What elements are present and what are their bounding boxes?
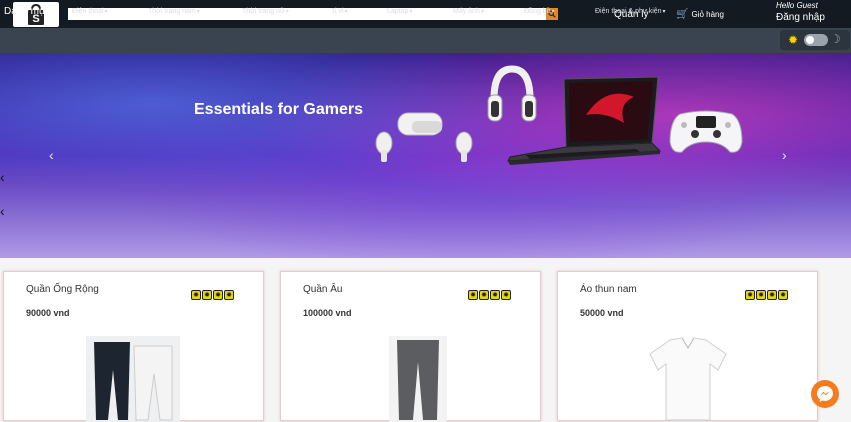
moon-icon: ☽	[830, 32, 841, 46]
rating-stars: ✹ ✹ ✹ ✹	[745, 290, 788, 300]
caret-down-icon: ▾	[344, 9, 348, 15]
star-icon: ✹	[756, 290, 766, 300]
star-icon: ✹	[468, 290, 478, 300]
category-nav	[0, 28, 851, 53]
nav-item-dong-ho[interactable]: Đồng hồ▾	[524, 8, 554, 15]
nav-item-thoi-trang-nam[interactable]: Thời trang nam▾	[148, 8, 200, 15]
sun-icon: ✹	[788, 33, 799, 47]
star-icon: ✹	[778, 290, 788, 300]
product-name[interactable]: Quần Âu	[303, 284, 342, 295]
messenger-chat-button[interactable]	[811, 380, 839, 408]
nav-item-thoi-trang-nu[interactable]: Thời trang nữ▾	[242, 8, 289, 15]
scroll-left-marker: ‹	[0, 169, 5, 185]
star-icon: ✹	[767, 290, 777, 300]
rating-stars: ✹ ✹ ✹ ✹	[468, 290, 511, 300]
caret-down-icon: ▾	[104, 9, 108, 15]
hero-banner: Essentials for Gamers ‹ › ‹ ‹	[0, 53, 851, 258]
banner-title: Essentials for Gamers	[194, 101, 363, 118]
nav-item-dien-thoai-phu-kien[interactable]: Điện thoại & phụ kiện▾	[595, 8, 666, 15]
all-categories-button[interactable]: Danh mục	[4, 6, 50, 17]
product-name[interactable]: Áo thun nam	[580, 284, 637, 295]
caret-down-icon: ▾	[196, 9, 200, 15]
product-name[interactable]: Quần Ống Rộng	[26, 284, 99, 295]
toggle-knob	[806, 36, 814, 44]
product-card[interactable]: Quần Âu 100000 vnd ✹ ✹ ✹ ✹	[280, 271, 541, 422]
nav-item-label: Điện thoại & phụ kiện	[595, 8, 662, 15]
caret-down-icon: ▾	[662, 9, 666, 15]
vr-headset-image	[375, 112, 473, 162]
product-price: 100000 vnd	[303, 308, 352, 318]
nav-item-label: Máy ảnh	[453, 8, 480, 15]
star-icon: ✹	[501, 290, 511, 300]
game-controller-image	[669, 110, 743, 153]
nav-item-label: Thời trang nữ	[242, 8, 285, 15]
caret-down-icon: ▾	[480, 9, 484, 15]
product-card[interactable]: Áo thun nam 50000 vnd ✹ ✹ ✹ ✹	[557, 271, 818, 421]
star-icon: ✹	[490, 290, 500, 300]
cart-label: Giỏ hàng	[691, 10, 724, 19]
nav-item-label: Thời trang nam	[148, 8, 196, 15]
star-icon: ✹	[202, 290, 212, 300]
chevron-right-icon[interactable]: ›	[782, 147, 787, 163]
nav-item-ti-vi[interactable]: Ti vi▾	[331, 8, 348, 15]
rating-stars: ✹ ✹ ✹ ✹	[191, 290, 234, 300]
trousers-image	[389, 336, 447, 422]
nav-item-label: Điện thoại	[72, 8, 104, 15]
polo-shirt-image	[649, 337, 727, 421]
nav-item-label: Đồng hồ	[524, 8, 551, 15]
star-icon: ✹	[213, 290, 223, 300]
star-icon: ✹	[479, 290, 489, 300]
laptop-image	[507, 76, 662, 165]
nav-item-label: Laptop	[387, 8, 409, 15]
theme-toggle-switch[interactable]	[804, 34, 828, 46]
chevron-left-icon[interactable]: ‹	[49, 147, 54, 163]
caret-down-icon: ▾	[551, 9, 555, 15]
star-icon: ✹	[745, 290, 755, 300]
greeting-text: Hello Guest	[776, 1, 818, 10]
product-card[interactable]: Quần Ống Rộng 90000 vnd ✹ ✹ ✹ ✹	[3, 271, 264, 422]
nav-item-may-anh[interactable]: Máy ảnh▾	[453, 8, 484, 15]
nav-item-laptop[interactable]: Laptop▾	[387, 8, 412, 15]
nav-item-label: Ti vi	[331, 8, 344, 15]
cart-icon: 🛒	[676, 9, 689, 20]
nav-item-dien-thoai[interactable]: Điện thoại▾	[72, 8, 108, 15]
messenger-icon	[817, 386, 833, 402]
product-price: 90000 vnd	[26, 308, 70, 318]
scroll-left-marker: ‹	[0, 203, 5, 219]
login-link[interactable]: Đăng nhập	[776, 12, 825, 23]
star-icon: ✹	[224, 290, 234, 300]
sweatpants-image	[86, 336, 180, 422]
caret-down-icon: ▾	[285, 9, 289, 15]
cart-link[interactable]: 🛒 Giỏ hàng	[676, 9, 724, 20]
caret-down-icon: ▾	[409, 9, 413, 15]
product-price: 50000 vnd	[580, 308, 624, 318]
star-icon: ✹	[191, 290, 201, 300]
